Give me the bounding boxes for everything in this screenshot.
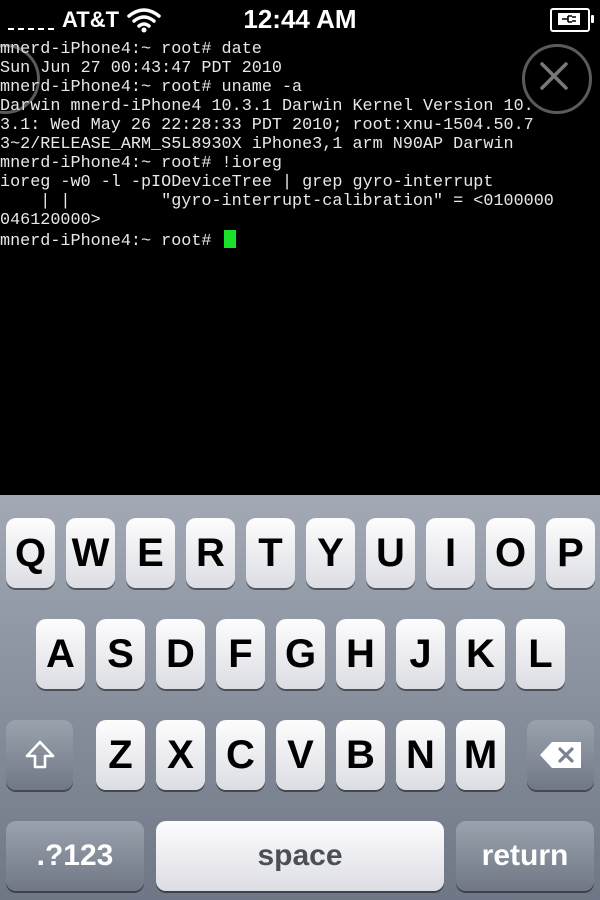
key-k[interactable]: K xyxy=(456,619,505,689)
terminal-line: 3~2/RELEASE_ARM_S5L8930X iPhone3,1 arm N… xyxy=(0,135,514,154)
key-e[interactable]: E xyxy=(126,518,175,588)
battery-charging-icon xyxy=(550,8,594,32)
key-d[interactable]: D xyxy=(156,619,205,689)
terminal-line: Darwin mnerd-iPhone4 10.3.1 Darwin Kerne… xyxy=(0,97,534,116)
onscreen-keyboard: Q W E R T Y U I O P A S D F G H J K L Z … xyxy=(0,495,600,900)
terminal-prompt: mnerd-iPhone4:~ root# xyxy=(0,232,222,251)
key-s[interactable]: S xyxy=(96,619,145,689)
terminal-line: mnerd-iPhone4:~ root# date xyxy=(0,40,262,59)
key-m[interactable]: M xyxy=(456,720,505,790)
key-g[interactable]: G xyxy=(276,619,325,689)
key-i[interactable]: I xyxy=(426,518,475,588)
key-w[interactable]: W xyxy=(66,518,115,588)
text-cursor xyxy=(223,230,236,248)
terminal-line: 046120000> xyxy=(0,211,101,230)
status-bar: AT&T 12:44 AM xyxy=(0,0,600,40)
terminal-line: 3.1: Wed May 26 22:28:33 PDT 2010; root:… xyxy=(0,116,534,135)
key-o[interactable]: O xyxy=(486,518,535,588)
numbers-key[interactable]: .?123 xyxy=(6,821,144,891)
terminal-text: mnerd-iPhone4:~ root# date Sun Jun 27 00:… xyxy=(0,40,600,251)
key-x[interactable]: X xyxy=(156,720,205,790)
key-l[interactable]: L xyxy=(516,619,565,689)
terminal-line: ioreg -w0 -l -pIODeviceTree | grep gyro-… xyxy=(0,173,494,192)
space-key-label: space xyxy=(257,839,343,872)
return-key[interactable]: return xyxy=(456,821,594,891)
key-y[interactable]: Y xyxy=(306,518,355,588)
key-t[interactable]: T xyxy=(246,518,295,588)
key-a[interactable]: A xyxy=(36,619,85,689)
backspace-key[interactable] xyxy=(527,720,594,790)
key-h[interactable]: H xyxy=(336,619,385,689)
key-u[interactable]: U xyxy=(366,518,415,588)
shift-arrow-icon xyxy=(25,740,54,769)
terminal-line: Sun Jun 27 00:43:47 PDT 2010 xyxy=(0,59,282,78)
key-v[interactable]: V xyxy=(276,720,325,790)
key-f[interactable]: F xyxy=(216,619,265,689)
close-icon[interactable] xyxy=(522,44,592,114)
key-q[interactable]: Q xyxy=(6,518,55,588)
terminal-line: | | "gyro-interrupt-calibration" = <0100… xyxy=(0,192,554,211)
numbers-key-label: .?123 xyxy=(36,839,114,872)
key-r[interactable]: R xyxy=(186,518,235,588)
delete-backspace-icon xyxy=(539,742,581,768)
key-z[interactable]: Z xyxy=(96,720,145,790)
clock-time: 12:44 AM xyxy=(243,4,357,34)
key-b[interactable]: B xyxy=(336,720,385,790)
key-p[interactable]: P xyxy=(546,518,595,588)
terminal-line: mnerd-iPhone4:~ root# uname -a xyxy=(0,78,303,97)
shift-key[interactable] xyxy=(6,720,73,790)
key-c[interactable]: C xyxy=(216,720,265,790)
terminal-line: mnerd-iPhone4:~ root# !ioreg xyxy=(0,154,282,173)
key-j[interactable]: J xyxy=(396,619,445,689)
return-key-label: return xyxy=(481,839,569,872)
space-key[interactable]: space xyxy=(156,821,444,891)
terminal-output[interactable]: mnerd-iPhone4:~ root# date Sun Jun 27 00:… xyxy=(0,40,600,495)
key-n[interactable]: N xyxy=(396,720,445,790)
